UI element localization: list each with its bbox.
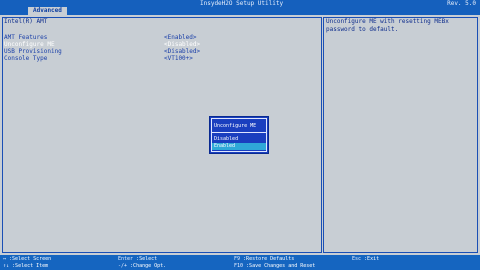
tab-bar xyxy=(0,7,480,15)
arrows-ud-icon: ↑↓ xyxy=(3,263,10,269)
popup-option-enabled[interactable]: Enabled xyxy=(212,143,266,150)
footer-action: :Select xyxy=(136,256,158,262)
popup-option-disabled[interactable]: Disabled xyxy=(212,136,266,143)
footer-hint-select-item: ↑↓ :Select Item xyxy=(3,263,48,270)
setting-value[interactable]: <Disabled> xyxy=(164,48,200,55)
footer-hint-save-reset: F10 :Save Changes and Reset xyxy=(234,263,315,270)
popup-title: Unconfigure ME xyxy=(214,123,257,129)
arrows-lr-icon: ↔ xyxy=(3,256,7,262)
setting-value[interactable]: <VT100+> xyxy=(164,55,193,62)
footer-hint-change-opt: -/+ :Change Opt. xyxy=(118,263,166,270)
footer-key: Enter xyxy=(118,256,134,262)
setting-label: Console Type xyxy=(4,55,48,62)
setting-label: Unconfigure ME xyxy=(4,41,55,48)
footer-action: :Exit xyxy=(364,256,380,262)
option-popup: Unconfigure ME Disabled Enabled xyxy=(209,116,269,154)
footer-action: :Change Opt. xyxy=(130,263,167,269)
tab-advanced[interactable]: Advanced xyxy=(28,7,67,15)
footer-action: :Select Screen xyxy=(9,256,52,262)
footer-action: :Select Item xyxy=(12,263,49,269)
popup-divider xyxy=(212,132,266,133)
footer-hint-select-screen: ↔ :Select Screen xyxy=(3,256,51,263)
setting-value[interactable]: <Disabled> xyxy=(164,41,200,48)
setting-label: AMT Features xyxy=(4,34,48,41)
footer-key: -/+ xyxy=(118,263,128,269)
setting-label: USB Provisioning xyxy=(4,48,62,55)
footer-hint-restore-defaults: F9 :Restore Defaults xyxy=(234,256,294,263)
footer-key: Esc xyxy=(352,256,362,262)
version-label: Rev. 5.0 xyxy=(447,0,476,7)
footer-key: F10 xyxy=(234,263,244,269)
help-text: Unconfigure ME with resetting MEBx passw… xyxy=(326,18,449,33)
setting-value[interactable]: <Enabled> xyxy=(164,34,197,41)
footer-hint-exit: Esc :Exit xyxy=(352,256,379,263)
footer-action: :Save Changes and Reset xyxy=(246,263,316,269)
footer-action: :Restore Defaults xyxy=(243,256,295,262)
footer-hint-select: Enter :Select xyxy=(118,256,157,263)
section-title: Intel(R) AMT xyxy=(4,18,48,25)
help-pane xyxy=(323,17,478,253)
app-title: InsydeH2O Setup Utility xyxy=(200,0,284,7)
footer-key: F9 xyxy=(234,256,241,262)
